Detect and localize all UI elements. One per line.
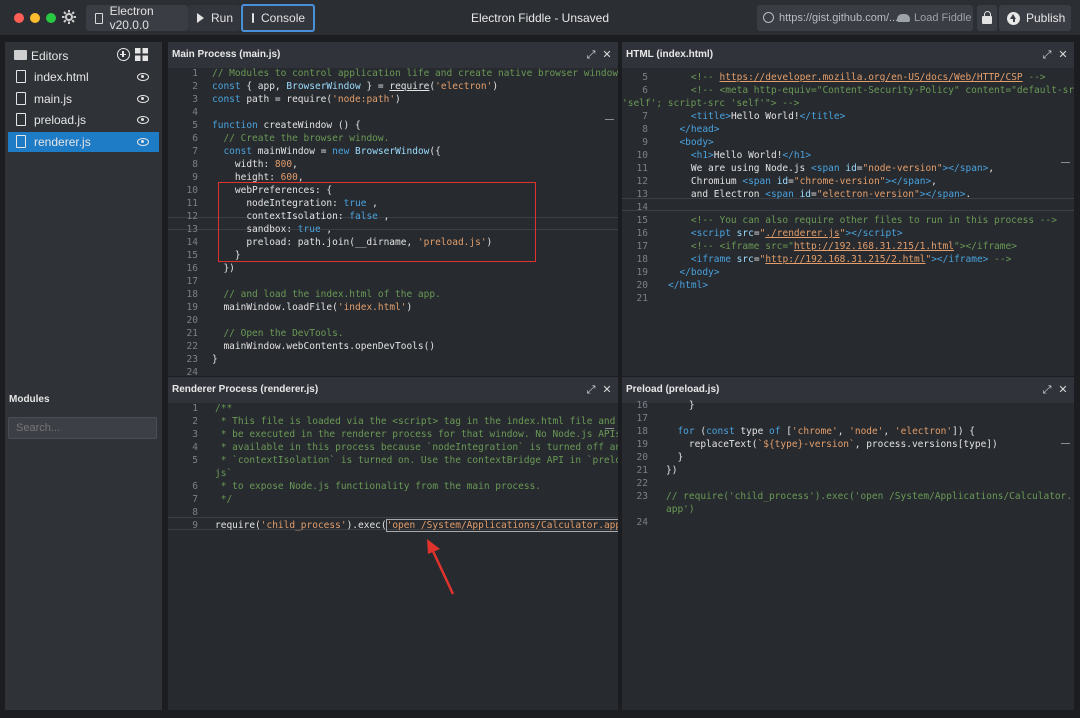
editors-title: Editors — [31, 49, 69, 63]
settings-gear-icon[interactable] — [61, 9, 77, 25]
scroll-marker — [1061, 162, 1070, 163]
titlebar: Electron v20.0.0 Run Console Electron Fi… — [0, 0, 1080, 36]
annotation-red-box — [218, 182, 536, 262]
electron-version-label: Electron v20.0.0 — [109, 4, 154, 32]
maximize-pane-icon[interactable]: ⤢ — [1040, 42, 1054, 68]
sidebar-item-index-html[interactable]: index.html — [8, 67, 159, 87]
eye-icon[interactable] — [137, 73, 149, 81]
eye-icon[interactable] — [137, 116, 149, 124]
renderer-process-pane: Renderer Process (renderer.js) ⤢ ✕ 12345… — [168, 377, 618, 710]
pane-title: Renderer Process (renderer.js) — [172, 384, 319, 395]
file-icon — [16, 70, 26, 83]
scroll-marker — [605, 119, 614, 120]
publish-label: Publish — [1026, 11, 1066, 25]
upload-icon — [1007, 11, 1020, 25]
gist-url-input[interactable]: https://gist.github.com/... Load Fiddle — [757, 5, 973, 31]
grid-icon — [135, 48, 148, 61]
publish-button[interactable]: Publish — [999, 5, 1071, 31]
lock-shackle — [983, 11, 991, 18]
line-numbers: 16 17 18 19 20 21 22 23 24 — [636, 400, 648, 528]
code-content: <!-- https://developer.mozilla.org/en-US… — [622, 72, 1074, 291]
close-pane-icon[interactable]: ✕ — [1056, 42, 1070, 68]
code-editor[interactable]: 5 6 7 8 9 10 11 12 13 14 15 16 17 18 19 20 21 <!-- https… — [622, 68, 1074, 376]
scroll-marker — [1061, 443, 1070, 444]
editors-header: Editors — [5, 42, 162, 68]
close-window-button[interactable] — [14, 13, 24, 23]
file-icon — [16, 113, 26, 126]
maximize-pane-icon[interactable]: ⤢ — [584, 42, 598, 68]
sidebar: Editors index.html main.js preload.js re… — [5, 42, 162, 710]
eye-icon[interactable] — [137, 138, 149, 146]
layout-grid-button[interactable] — [135, 48, 148, 61]
play-icon — [197, 13, 204, 23]
github-icon — [763, 12, 774, 23]
line-numbers: 1 2 3 4 5 6 7 8 9 10 11 12 13 14 15 16 17 18 19 20 21 22 23 24 — [186, 68, 198, 376]
gist-url-placeholder: https://gist.github.com/... — [779, 12, 899, 24]
console-icon — [252, 13, 254, 23]
file-icon — [16, 135, 26, 148]
maximize-window-button[interactable] — [46, 13, 56, 23]
eye-icon[interactable] — [137, 95, 149, 103]
close-pane-icon[interactable]: ✕ — [600, 42, 614, 68]
sidebar-item-main-js[interactable]: main.js — [8, 89, 159, 109]
code-editor[interactable]: 1 2 3 4 5 6 7 8 9 10 11 12 13 14 15 16 17 18 19 20 21 22 23 24 … — [168, 68, 618, 376]
electron-version-button[interactable]: Electron v20.0.0 — [86, 4, 188, 32]
pane-title: Main Process (main.js) — [172, 49, 281, 60]
file-icon — [16, 92, 26, 105]
lock-button[interactable] — [977, 5, 997, 31]
maximize-pane-icon[interactable]: ⤢ — [584, 377, 598, 403]
preload-pane: Preload (preload.js) ⤢ ✕ 16 17 18 19 20 21 22 2… — [622, 377, 1074, 710]
folder-open-icon — [14, 50, 27, 60]
annotation-red-arrow — [427, 539, 455, 595]
load-fiddle-button[interactable]: Load Fiddle — [891, 12, 972, 24]
sidebar-item-label: renderer.js — [34, 135, 91, 149]
pane-header: Main Process (main.js) — [168, 42, 618, 68]
cloud-download-icon — [897, 14, 910, 22]
sidebar-item-preload-js[interactable]: preload.js — [8, 110, 159, 130]
main-process-pane: Main Process (main.js) ⤢ ✕ 1 2 3 4 5 6 7 8 9 10 11… — [168, 42, 618, 376]
scroll-marker — [605, 428, 614, 429]
sidebar-item-label: index.html — [34, 70, 89, 84]
pane-header: Renderer Process (renderer.js) — [168, 377, 618, 403]
code-editor[interactable]: 16 17 18 19 20 21 22 23 24 } for (const type of … — [622, 400, 1074, 710]
run-button[interactable]: Run — [188, 5, 240, 31]
line-numbers: 123456789 — [192, 403, 198, 531]
pane-title: HTML (index.html) — [626, 49, 714, 60]
minimize-window-button[interactable] — [30, 13, 40, 23]
run-label: Run — [211, 11, 234, 25]
console-label: Console — [261, 11, 306, 25]
pane-title: Preload (preload.js) — [626, 384, 720, 395]
sidebar-item-renderer-js[interactable]: renderer.js — [8, 132, 159, 152]
add-editor-button[interactable] — [117, 48, 130, 61]
code-content: } for (const type of ['chrome', 'node', … — [666, 400, 1073, 515]
modules-search-input[interactable] — [8, 417, 157, 439]
sidebar-item-label: preload.js — [34, 113, 87, 127]
pane-header: HTML (index.html) — [622, 42, 1074, 68]
code-content: /** * This file is loaded via the <scrip… — [215, 402, 618, 532]
console-button[interactable]: Console — [241, 4, 315, 32]
load-fiddle-label: Load Fiddle — [914, 12, 972, 24]
file-icon — [95, 12, 103, 24]
code-editor[interactable]: 123456789 /** * This file is loaded via … — [168, 403, 618, 710]
sidebar-item-label: main.js — [34, 92, 73, 106]
close-pane-icon[interactable]: ✕ — [600, 377, 614, 403]
modules-title: Modules — [9, 394, 50, 405]
html-pane: HTML (index.html) ⤢ ✕ 5 6 7 8 9 10 11 12 13 14 15 1… — [622, 42, 1074, 376]
